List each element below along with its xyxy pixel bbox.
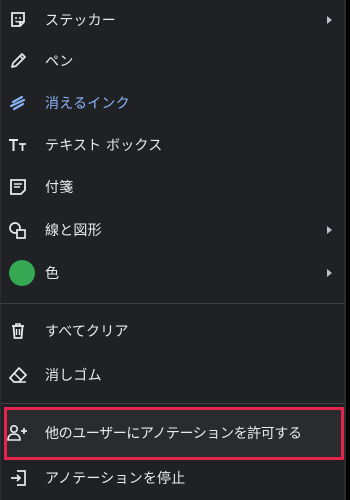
menu-item-sticker[interactable]: ステッカー xyxy=(1,0,344,40)
color-circle-icon xyxy=(8,259,36,287)
menu-item-label: すべてクリア xyxy=(45,324,129,340)
menu-item-sticky-note[interactable]: 付箋 xyxy=(1,167,344,207)
chevron-right-icon xyxy=(327,16,332,24)
menu-divider xyxy=(1,303,344,304)
menu-item-label: 色 xyxy=(45,266,60,282)
menu-item-label: 消しゴム xyxy=(45,368,102,384)
pen-icon xyxy=(7,50,29,72)
menu-item-label: ステッカー xyxy=(45,13,116,29)
menu-item-color[interactable]: 色 xyxy=(1,253,344,293)
laser-ink-icon xyxy=(7,92,29,114)
menu-item-pen[interactable]: ペン xyxy=(1,41,344,81)
menu-item-allow-others-annotate[interactable]: 他のユーザーにアノテーションを許可する xyxy=(1,413,344,453)
menu-item-stop-annotation[interactable]: アノテーションを停止 xyxy=(1,458,344,498)
menu-item-shapes[interactable]: 線と図形 xyxy=(1,210,344,250)
menu-item-label: ペン xyxy=(45,54,74,70)
sticky-note-icon xyxy=(7,176,29,198)
menu-item-label: 付箋 xyxy=(45,180,74,196)
selected-color-swatch xyxy=(9,260,35,286)
trash-icon xyxy=(7,320,29,342)
shapes-icon xyxy=(7,219,29,241)
menu-item-label: 消えるインク xyxy=(45,96,130,112)
eraser-icon xyxy=(7,364,29,386)
menu-item-clear-all[interactable]: すべてクリア xyxy=(1,311,344,351)
text-box-icon xyxy=(7,134,29,156)
menu-item-label: テキスト ボックス xyxy=(45,138,163,154)
chevron-right-icon xyxy=(327,226,332,234)
menu-item-label: 他のユーザーにアノテーションを許可する xyxy=(45,426,302,442)
annotation-menu: ステッカー ペン 消えるインク テキスト ボックス 付箋 線と図形 色 すべてク… xyxy=(0,0,346,500)
menu-item-label: アノテーションを停止 xyxy=(45,471,186,487)
menu-item-eraser[interactable]: 消しゴム xyxy=(1,355,344,395)
sticker-icon xyxy=(7,9,29,31)
menu-divider xyxy=(1,403,344,404)
chevron-right-icon xyxy=(327,269,332,277)
menu-item-laser-ink[interactable]: 消えるインク xyxy=(1,83,344,123)
person-add-icon xyxy=(7,422,29,444)
menu-item-label: 線と図形 xyxy=(45,223,102,239)
menu-item-text-box[interactable]: テキスト ボックス xyxy=(1,125,344,165)
exit-icon xyxy=(7,467,29,489)
